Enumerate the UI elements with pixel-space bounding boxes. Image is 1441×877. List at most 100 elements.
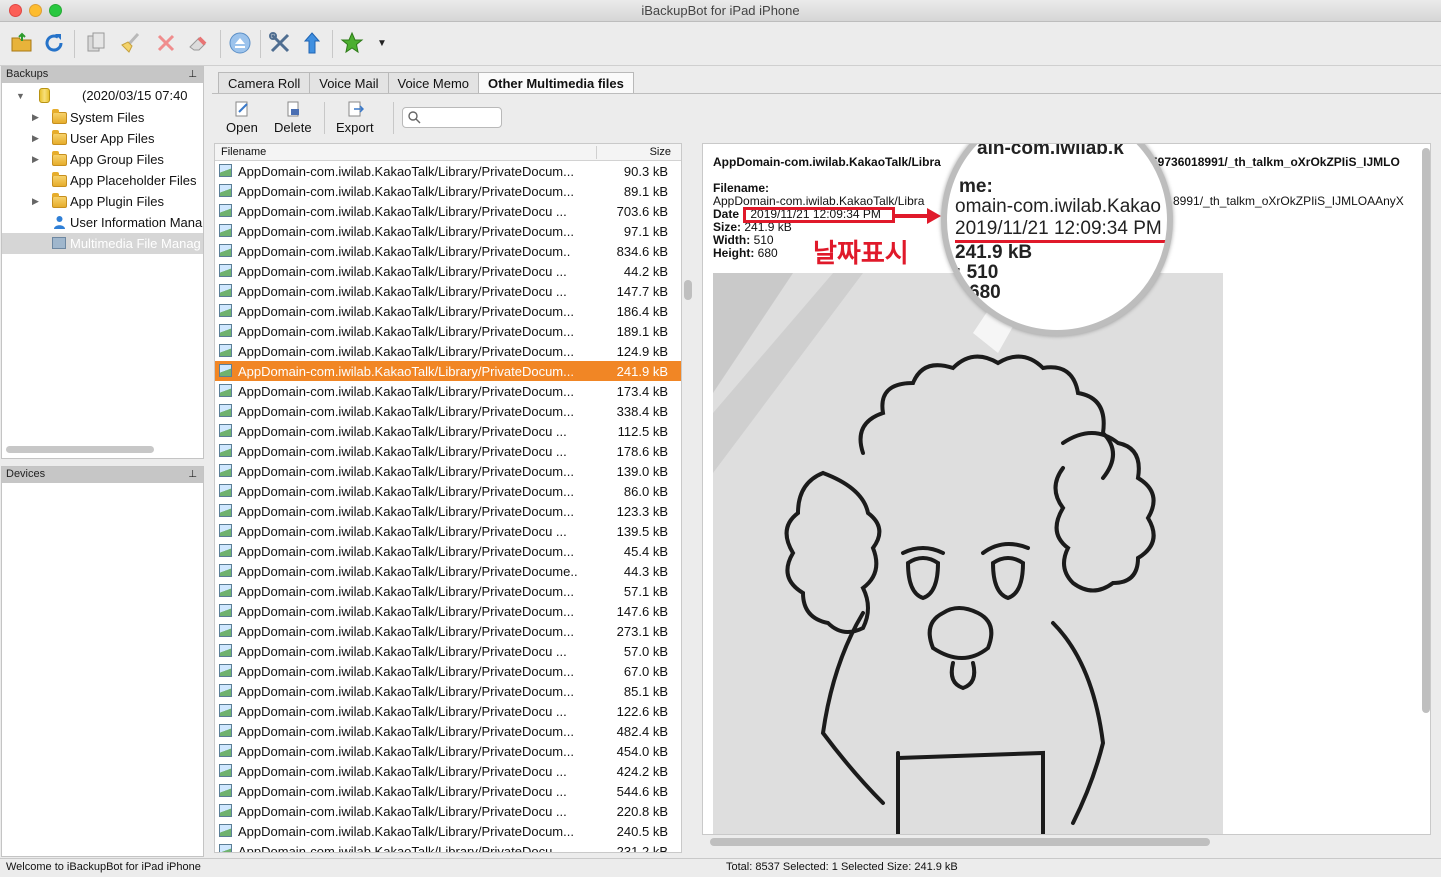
clean-button[interactable] [116,29,144,57]
tab-voice-mail[interactable]: Voice Mail [309,72,389,94]
favorites-dropdown-icon[interactable]: ▼ [377,38,387,49]
file-row[interactable]: AppDomain-com.iwilab.KakaoTalk/Library/P… [215,701,681,721]
file-row[interactable]: AppDomain-com.iwilab.KakaoTalk/Library/P… [215,641,681,661]
pin-icon[interactable]: ⊥ [188,69,197,80]
collapsed-disclosure-icon[interactable]: ▶ [32,133,39,144]
file-row[interactable]: AppDomain-com.iwilab.KakaoTalk/Library/P… [215,681,681,701]
file-row[interactable]: AppDomain-com.iwilab.KakaoTalk/Library/P… [215,801,681,821]
file-row[interactable]: AppDomain-com.iwilab.KakaoTalk/Library/P… [215,421,681,441]
date-highlight-box [743,207,895,223]
file-name: AppDomain-com.iwilab.KakaoTalk/Library/P… [238,823,574,839]
delete-file-button[interactable]: Delete [274,100,312,138]
tab-other-multimedia-files[interactable]: Other Multimedia files [478,72,634,94]
file-row[interactable]: AppDomain-com.iwilab.KakaoTalk/Library/P… [215,541,681,561]
file-row[interactable]: AppDomain-com.iwilab.KakaoTalk/Library/P… [215,501,681,521]
file-row[interactable]: AppDomain-com.iwilab.KakaoTalk/Library/P… [215,581,681,601]
image-file-icon [219,464,232,477]
tree-item-multimedia-file-manager[interactable]: Multimedia File Manag [2,233,203,254]
file-list-scrollbar[interactable] [684,280,692,300]
file-name: AppDomain-com.iwilab.KakaoTalk/Library/P… [238,303,574,319]
tab-voice-memo[interactable]: Voice Memo [387,72,480,94]
file-row[interactable]: AppDomain-com.iwilab.KakaoTalk/Library/P… [215,441,681,461]
delete-file-icon [287,101,299,117]
search-input[interactable] [402,107,502,128]
file-size: 454.0 kB [616,743,668,759]
status-welcome: Welcome to iBackupBot for iPad iPhone [6,861,201,873]
height-value: 680 [757,246,778,260]
tools-button[interactable] [266,29,294,57]
column-header-filename[interactable]: Filename [221,146,266,158]
file-row[interactable]: AppDomain-com.iwilab.KakaoTalk/Library/P… [215,261,681,281]
tree-item-app-placeholder-files[interactable]: App Placeholder Files [2,170,203,191]
tree-item-app-group-files[interactable]: ▶ App Group Files [2,149,203,170]
file-row[interactable]: AppDomain-com.iwilab.KakaoTalk/Library/P… [215,161,681,181]
pin-icon[interactable]: ⊥ [188,469,197,480]
file-row[interactable]: AppDomain-com.iwilab.KakaoTalk/Library/P… [215,461,681,481]
file-row[interactable]: AppDomain-com.iwilab.KakaoTalk/Library/P… [215,781,681,801]
file-name: AppDomain-com.iwilab.KakaoTalk/Library/P… [238,423,567,439]
tree-backup-root[interactable]: ▼ (2020/03/15 07:40 [2,85,203,106]
file-row[interactable]: AppDomain-com.iwilab.KakaoTalk/Library/P… [215,181,681,201]
multimedia-icon [52,237,66,249]
export-button[interactable]: Export [336,100,374,138]
collapsed-disclosure-icon[interactable]: ▶ [32,112,39,123]
erase-button[interactable] [184,29,212,57]
file-row[interactable]: AppDomain-com.iwilab.KakaoTalk/Library/P… [215,281,681,301]
collapsed-disclosure-icon[interactable]: ▶ [32,154,39,165]
file-size: 112.5 kB [617,423,668,439]
expanded-disclosure-icon[interactable]: ▼ [16,91,25,101]
file-row[interactable]: AppDomain-com.iwilab.KakaoTalk/Library/P… [215,621,681,641]
copy-button[interactable] [82,29,110,57]
file-size: 834.6 kB [616,243,668,259]
width-row: Width: 510 [713,233,774,247]
favorites-button[interactable] [338,29,366,57]
image-file-icon [219,704,232,717]
upload-button[interactable] [298,29,326,57]
delete-button[interactable] [152,29,180,57]
tab-bar: Camera Roll Voice Mail Voice Memo Other … [218,72,634,94]
file-row[interactable]: AppDomain-com.iwilab.KakaoTalk/Library/P… [215,841,681,852]
detail-vertical-scrollbar[interactable] [1422,148,1430,713]
file-row[interactable]: AppDomain-com.iwilab.KakaoTalk/Library/P… [215,201,681,221]
collapsed-disclosure-icon[interactable]: ▶ [32,196,39,207]
file-row[interactable]: AppDomain-com.iwilab.KakaoTalk/Library/P… [215,761,681,781]
image-file-icon [219,824,232,837]
file-row[interactable]: AppDomain-com.iwilab.KakaoTalk/Library/P… [215,601,681,621]
date-annotation: 날짜표시 [813,239,909,269]
file-row[interactable]: AppDomain-com.iwilab.KakaoTalk/Library/P… [215,401,681,421]
tree-item-user-information[interactable]: User Information Mana [2,212,203,233]
open-folder-button[interactable] [8,29,36,57]
tree-item-system-files[interactable]: ▶ System Files [2,107,203,128]
file-row[interactable]: AppDomain-com.iwilab.KakaoTalk/Library/P… [215,341,681,361]
file-row[interactable]: AppDomain-com.iwilab.KakaoTalk/Library/P… [215,221,681,241]
tab-camera-roll[interactable]: Camera Roll [218,72,311,94]
file-row[interactable]: AppDomain-com.iwilab.KakaoTalk/Library/P… [215,521,681,541]
tree-item-user-app-files[interactable]: ▶ User App Files [2,128,203,149]
file-row[interactable]: AppDomain-com.iwilab.KakaoTalk/Library/P… [215,321,681,341]
file-row[interactable]: AppDomain-com.iwilab.KakaoTalk/Library/P… [215,381,681,401]
refresh-button[interactable] [40,29,68,57]
file-size: 147.7 kB [616,283,668,299]
detail-horizontal-scrollbar[interactable] [710,838,1210,846]
file-name: AppDomain-com.iwilab.KakaoTalk/Library/P… [238,403,574,419]
open-button[interactable]: Open [226,100,258,138]
image-file-icon [219,164,232,177]
file-row[interactable]: AppDomain-com.iwilab.KakaoTalk/Library/P… [215,741,681,761]
file-row[interactable]: AppDomain-com.iwilab.KakaoTalk/Library/P… [215,721,681,741]
devices-pane-header: Devices ⊥ [2,467,203,483]
file-row[interactable]: AppDomain-com.iwilab.KakaoTalk/Library/P… [215,561,681,581]
eject-button[interactable] [226,29,254,57]
tree-item-app-plugin-files[interactable]: ▶ App Plugin Files [2,191,203,212]
file-row[interactable]: AppDomain-com.iwilab.KakaoTalk/Library/P… [215,241,681,261]
column-header-size[interactable]: Size [650,146,671,158]
file-row[interactable]: AppDomain-com.iwilab.KakaoTalk/Library/P… [215,361,681,381]
file-name: AppDomain-com.iwilab.KakaoTalk/Library/P… [238,463,574,479]
file-size: 90.3 kB [623,163,668,179]
file-row[interactable]: AppDomain-com.iwilab.KakaoTalk/Library/P… [215,821,681,841]
backups-horizontal-scrollbar[interactable] [6,446,154,453]
tools-icon [269,32,290,53]
file-row[interactable]: AppDomain-com.iwilab.KakaoTalk/Library/P… [215,301,681,321]
file-name: AppDomain-com.iwilab.KakaoTalk/Library/P… [238,383,574,399]
file-row[interactable]: AppDomain-com.iwilab.KakaoTalk/Library/P… [215,481,681,501]
file-row[interactable]: AppDomain-com.iwilab.KakaoTalk/Library/P… [215,661,681,681]
